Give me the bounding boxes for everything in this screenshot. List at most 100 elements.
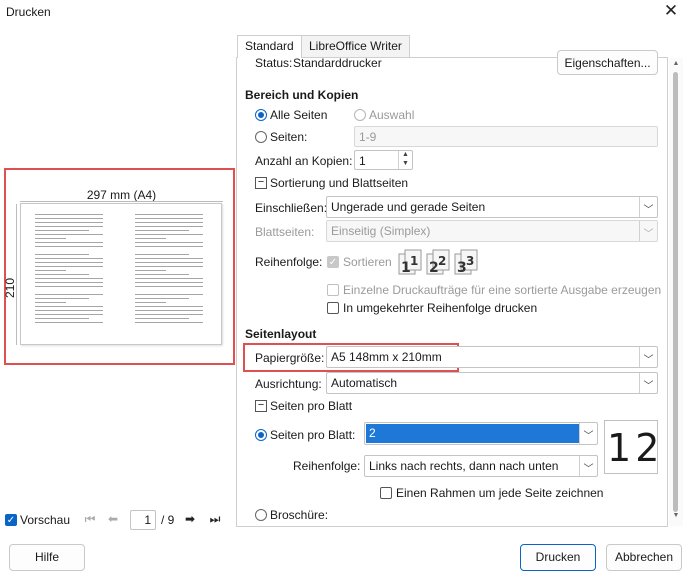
preview-text-line — [135, 294, 203, 295]
preview-text-line — [35, 278, 103, 279]
selection-radio[interactable] — [354, 109, 366, 121]
pps-order-label: Reihenfolge: — [293, 459, 361, 473]
preview-text-line — [35, 302, 66, 303]
preview-text-line — [135, 282, 203, 283]
dialog-title: Drucken — [6, 5, 51, 19]
preview-text-line — [35, 294, 103, 295]
chevron-down-icon: ﹀ — [639, 347, 657, 367]
border-checkbox[interactable] — [380, 487, 392, 499]
preview-text-line — [35, 310, 103, 311]
pages-per-sheet-radio[interactable] — [255, 429, 267, 441]
pps-order-select[interactable]: Links nach rechts, dann nach unten ﹀ — [364, 455, 598, 477]
pages-range-input[interactable]: 1-9 — [354, 126, 658, 147]
preview-text-line — [35, 246, 103, 247]
sides-value: Einseitig (Simplex) — [331, 224, 431, 238]
preview-text-line — [135, 278, 203, 279]
last-page-icon[interactable]: ⏭ — [206, 510, 224, 528]
separate-jobs-checkbox[interactable] — [327, 284, 339, 296]
spin-down-icon[interactable]: ▼ — [398, 160, 412, 169]
sides-label: Blattseiten: — [255, 225, 315, 239]
border-label: Einen Rahmen um jede Seite zeichnen — [396, 486, 604, 500]
reverse-order-checkbox[interactable] — [327, 302, 339, 314]
preview-text-line — [135, 218, 203, 219]
pages-per-sheet-value: 2 — [366, 424, 580, 443]
chevron-down-icon: ﹀ — [639, 197, 657, 217]
brochure-radio[interactable] — [255, 509, 267, 521]
preview-text-line — [135, 274, 190, 275]
include-select[interactable]: Ungerade und gerade Seiten ﹀ — [326, 196, 658, 218]
preview-text-line — [135, 258, 203, 259]
first-page-icon[interactable]: ⏮ — [81, 510, 99, 528]
preview-text-column-left — [35, 214, 103, 326]
preview-text-line — [135, 226, 203, 227]
pages-per-sheet-select[interactable]: 2 ﹀ — [364, 422, 598, 445]
print-button[interactable]: Drucken — [520, 544, 596, 571]
separate-jobs-label: Einzelne Druckaufträge für eine sortiert… — [343, 283, 662, 297]
order-label: Reihenfolge: — [255, 255, 323, 269]
preview-text-line — [135, 298, 190, 299]
pages-per-sheet-expander-label[interactable]: Seiten pro Blatt — [270, 399, 352, 413]
preview-text-line — [135, 214, 203, 215]
chevron-down-icon: ﹀ — [639, 221, 657, 241]
all-pages-radio[interactable] — [255, 109, 267, 121]
page-total-label: / 9 — [161, 513, 175, 527]
preview-text-line — [135, 314, 203, 315]
range-heading: Bereich und Kopien — [245, 88, 359, 102]
preview-text-line — [35, 258, 103, 259]
collate-checkbox[interactable]: ✓ — [327, 256, 339, 268]
include-label: Einschließen: — [255, 201, 328, 215]
preview-text-line — [35, 238, 66, 239]
copies-label: Anzahl an Kopien: — [255, 154, 353, 168]
paper-size-value: A5 148mm x 210mm — [331, 350, 442, 364]
previous-page-icon[interactable]: ⬅ — [104, 510, 122, 528]
scroll-down-icon[interactable]: ▼ — [670, 512, 682, 519]
sides-select[interactable]: Einseitig (Simplex) ﹀ — [326, 220, 658, 242]
preview-height-line — [16, 204, 17, 345]
sorting-expander-label[interactable]: Sortierung und Blattseiten — [270, 176, 408, 190]
preview-text-line — [135, 322, 203, 323]
preview-text-line — [135, 262, 203, 263]
paper-size-select[interactable]: A5 148mm x 210mm ﹀ — [326, 346, 658, 368]
all-pages-label: Alle Seiten — [270, 108, 328, 122]
orientation-select[interactable]: Automatisch ﹀ — [326, 372, 658, 394]
page-number-input[interactable]: 1 — [130, 510, 156, 530]
close-icon[interactable]: ✕ — [661, 1, 681, 21]
preview-text-line — [135, 302, 166, 303]
preview-text-line — [35, 322, 103, 323]
preview-text-line — [35, 262, 103, 263]
pages-radio[interactable] — [255, 131, 267, 143]
preview-text-line — [35, 314, 103, 315]
help-button[interactable]: Hilfe — [9, 544, 85, 571]
preview-text-line — [135, 246, 203, 247]
preview-text-column-right — [135, 214, 203, 326]
sorting-expander-icon[interactable]: − — [255, 177, 267, 189]
cancel-button[interactable]: Abbrechen — [606, 544, 682, 571]
pages-label: Seiten: — [270, 130, 308, 144]
scroll-up-icon[interactable]: ▲ — [670, 60, 682, 67]
preview-text-line — [35, 230, 90, 231]
tab-standard[interactable]: Standard — [237, 35, 302, 58]
next-page-icon[interactable]: ➡ — [181, 510, 199, 528]
pps-preview-page-2: 2 — [635, 426, 660, 470]
svg-text:3: 3 — [466, 254, 474, 268]
paper-size-label: Papiergröße: — [255, 351, 325, 365]
preview-text-line — [35, 254, 90, 255]
preview-text-line — [35, 274, 90, 275]
copies-input[interactable]: 1 ▲ ▼ — [354, 150, 413, 170]
preview-text-line — [35, 234, 103, 235]
preview-text-line — [135, 242, 203, 243]
chevron-down-icon: ﹀ — [579, 423, 597, 444]
preview-text-line — [135, 254, 190, 255]
scroll-thumb[interactable] — [673, 72, 678, 512]
preview-width-label: 297 mm (A4) — [86, 188, 157, 202]
pages-per-sheet-expander-icon[interactable]: − — [255, 400, 267, 412]
layout-heading: Seitenlayout — [245, 327, 317, 341]
preview-text-line — [135, 318, 190, 319]
include-value: Ungerade und gerade Seiten — [331, 200, 486, 214]
properties-button[interactable]: Eigenschaften... — [557, 50, 658, 75]
copies-value: 1 — [359, 154, 366, 168]
tab-libreoffice-writer[interactable]: LibreOffice Writer — [301, 35, 410, 57]
reverse-order-label: In umgekehrter Reihenfolge drucken — [343, 301, 538, 315]
preview-checkbox[interactable]: ✓ — [5, 514, 17, 526]
preview-text-line — [35, 318, 90, 319]
